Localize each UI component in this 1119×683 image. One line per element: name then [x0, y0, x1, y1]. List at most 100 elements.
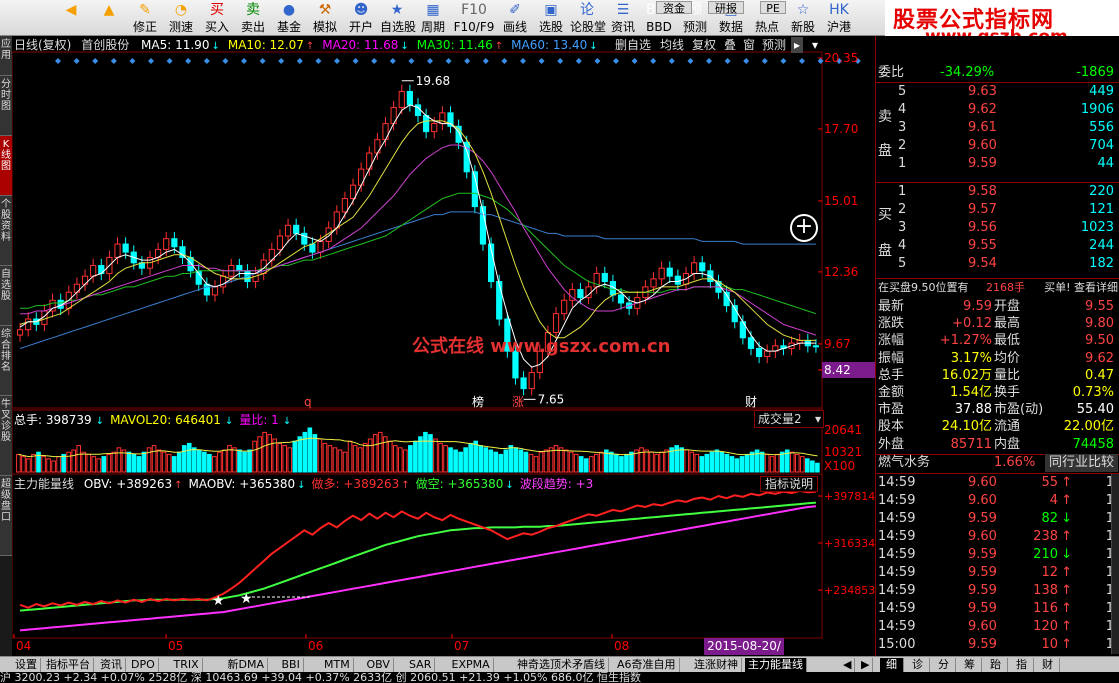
- bottom-tab-9[interactable]: SAR: [406, 658, 436, 672]
- sell-button[interactable]: 卖卖出: [236, 0, 270, 36]
- bottom-tab-8[interactable]: OBV: [364, 658, 394, 672]
- speed-button[interactable]: ◔ 测速: [164, 0, 198, 36]
- big-order-detail-link[interactable]: 买单! 查看详细: [1044, 279, 1118, 297]
- bottom-tab-11[interactable]: 神奇选顶术矛盾线: [514, 658, 609, 672]
- panel-tab-1[interactable]: 诊: [906, 658, 930, 672]
- indicator-help-button[interactable]: 指标说明: [760, 476, 818, 492]
- ma5-line: [19, 104, 816, 368]
- volume-bar: [312, 434, 318, 473]
- left-tab-7[interactable]: 超级盘口: [0, 476, 12, 556]
- panel-tab-4[interactable]: 跆: [984, 658, 1008, 672]
- sell-level-price[interactable]: 9.62: [968, 101, 997, 119]
- stat-row: 金额 1.54亿 换手 0.73%: [876, 384, 1119, 402]
- volume-bar: [106, 453, 112, 473]
- toolbar-label: 测速: [168, 20, 193, 34]
- bottom-tab-1[interactable]: 指标平台: [43, 658, 94, 672]
- buy-button[interactable]: 买买入: [200, 0, 234, 36]
- bottom-tab-0[interactable]: 设置: [12, 658, 41, 672]
- stat-row: 外盘 85711 内盘 74458: [876, 436, 1119, 454]
- volume-bar: [31, 453, 36, 473]
- bottom-tab-3[interactable]: DPO: [128, 658, 159, 672]
- left-tab-5[interactable]: 综合排名: [0, 326, 12, 396]
- buy-level-price[interactable]: 9.57: [968, 201, 997, 219]
- event-label[interactable]: q: [304, 395, 312, 409]
- stat-value: 55.40: [1076, 402, 1114, 418]
- left-tab-3[interactable]: 个股资料: [0, 196, 12, 266]
- draw-button[interactable]: ✐ 画线: [498, 0, 532, 36]
- research-tag[interactable]: 研报: [708, 1, 744, 15]
- industry-compare-button[interactable]: 同行业比较: [1044, 454, 1118, 472]
- tab-next-icon[interactable]: ▶: [858, 658, 874, 672]
- f10-button[interactable]: F10 F10/F9: [452, 0, 496, 36]
- panel-tab-5[interactable]: 指: [1010, 658, 1034, 672]
- arrow-down-icon: ↓: [400, 41, 409, 52]
- left-tab-4[interactable]: 自选股: [0, 266, 12, 326]
- watchlist-button[interactable]: ★ 自选股: [380, 0, 416, 36]
- chart-btn-1[interactable]: 均线: [657, 37, 687, 53]
- panel-tab-0[interactable]: 细: [880, 658, 904, 672]
- candle-body: [423, 115, 430, 133]
- sell-level-price[interactable]: 9.61: [968, 119, 997, 137]
- fund-button[interactable]: ● 基金: [272, 0, 306, 36]
- news-button[interactable]: ☰ 资讯: [606, 0, 640, 36]
- tick-scrollbar[interactable]: [1111, 474, 1119, 654]
- left-tab-6[interactable]: 牛叉诊股: [0, 396, 12, 476]
- chart-btn-3[interactable]: 叠: [721, 37, 739, 53]
- event-label[interactable]: 榜: [472, 394, 484, 409]
- simulate-button[interactable]: ⚒ 模拟: [308, 0, 342, 36]
- sell-level-price[interactable]: 9.59: [968, 155, 997, 173]
- bottom-tab-5[interactable]: 新DMA: [225, 658, 268, 672]
- bottom-tab-6[interactable]: BBI: [279, 658, 304, 672]
- panel-tab-6[interactable]: 财: [1036, 658, 1060, 672]
- account-button[interactable]: ☻ 开户: [344, 0, 378, 36]
- pe-tag[interactable]: PE: [760, 1, 786, 15]
- volume-indicator-select[interactable]: 成交量2 ▾: [754, 410, 824, 428]
- period-icon: ▦: [426, 2, 440, 18]
- pick-button[interactable]: ▣ 选股: [534, 0, 568, 36]
- forward-arrow-button[interactable]: ▲: [92, 0, 126, 36]
- signal-diamond: [55, 58, 61, 64]
- volume-bar: [257, 436, 262, 473]
- ipo-button[interactable]: ☆ 新股: [786, 0, 820, 36]
- chart-btn-2[interactable]: 复权: [689, 37, 719, 53]
- sell-level-price[interactable]: 9.60: [968, 137, 997, 155]
- tab-prev-icon[interactable]: ◀: [840, 658, 856, 672]
- fund-flow-tag[interactable]: 资金: [656, 1, 692, 15]
- hk-button[interactable]: HK 沪港: [822, 0, 856, 36]
- bottom-tab-7[interactable]: MTM: [321, 658, 354, 672]
- period-label[interactable]: 日线(复权): [14, 38, 71, 52]
- bottom-tab-2[interactable]: 资讯: [97, 658, 126, 672]
- left-tab-1[interactable]: 分时图: [0, 76, 12, 136]
- toolbar-label: 新股: [790, 20, 815, 34]
- bottom-tab-4[interactable]: TRIX: [171, 658, 203, 672]
- event-label[interactable]: 财: [745, 395, 757, 409]
- volume-bar: [307, 427, 313, 473]
- back-arrow-button[interactable]: ◀: [54, 0, 88, 36]
- buy-level-price[interactable]: 9.54: [968, 255, 997, 273]
- panel-tab-3[interactable]: 筹: [958, 658, 982, 672]
- bottom-tab-14[interactable]: 主力能量线: [745, 658, 807, 672]
- period-button[interactable]: ▦ 周期: [416, 0, 450, 36]
- chart-dropdown-icon[interactable]: ▾: [809, 37, 821, 53]
- stat-row: 股本 24.10亿 流通 22.00亿: [876, 418, 1119, 436]
- chart-btn-0[interactable]: 删自选: [612, 37, 654, 53]
- buy-level-price[interactable]: 9.56: [968, 219, 997, 237]
- zoom-plus-icon[interactable]: +: [790, 214, 818, 242]
- bottom-tab-12[interactable]: A6奇准自用: [614, 658, 680, 672]
- buy-level-price[interactable]: 9.55: [968, 237, 997, 255]
- fix-button[interactable]: ✎ 修正: [128, 0, 162, 36]
- chart-menu-chevron-icon[interactable]: ▸: [791, 37, 804, 53]
- chart-btn-4[interactable]: 窗: [740, 37, 758, 53]
- left-tab-2[interactable]: K线图: [0, 136, 12, 196]
- left-tab-0[interactable]: 应用: [0, 36, 12, 76]
- panel-tab-2[interactable]: 分: [932, 658, 956, 672]
- industry-name[interactable]: 燃气水务: [878, 454, 930, 472]
- chart-btn-5[interactable]: 预测: [759, 37, 789, 53]
- event-label[interactable]: 涨: [512, 394, 524, 409]
- bottom-tab-13[interactable]: 连涨财神: [691, 658, 742, 672]
- forum-button[interactable]: 论论股堂: [570, 0, 606, 36]
- sell-level-price[interactable]: 9.63: [968, 83, 997, 101]
- bottom-tab-10[interactable]: EXPMA: [449, 658, 494, 672]
- buy-level-price[interactable]: 9.58: [968, 183, 997, 201]
- tick-time: 14:59: [878, 511, 916, 526]
